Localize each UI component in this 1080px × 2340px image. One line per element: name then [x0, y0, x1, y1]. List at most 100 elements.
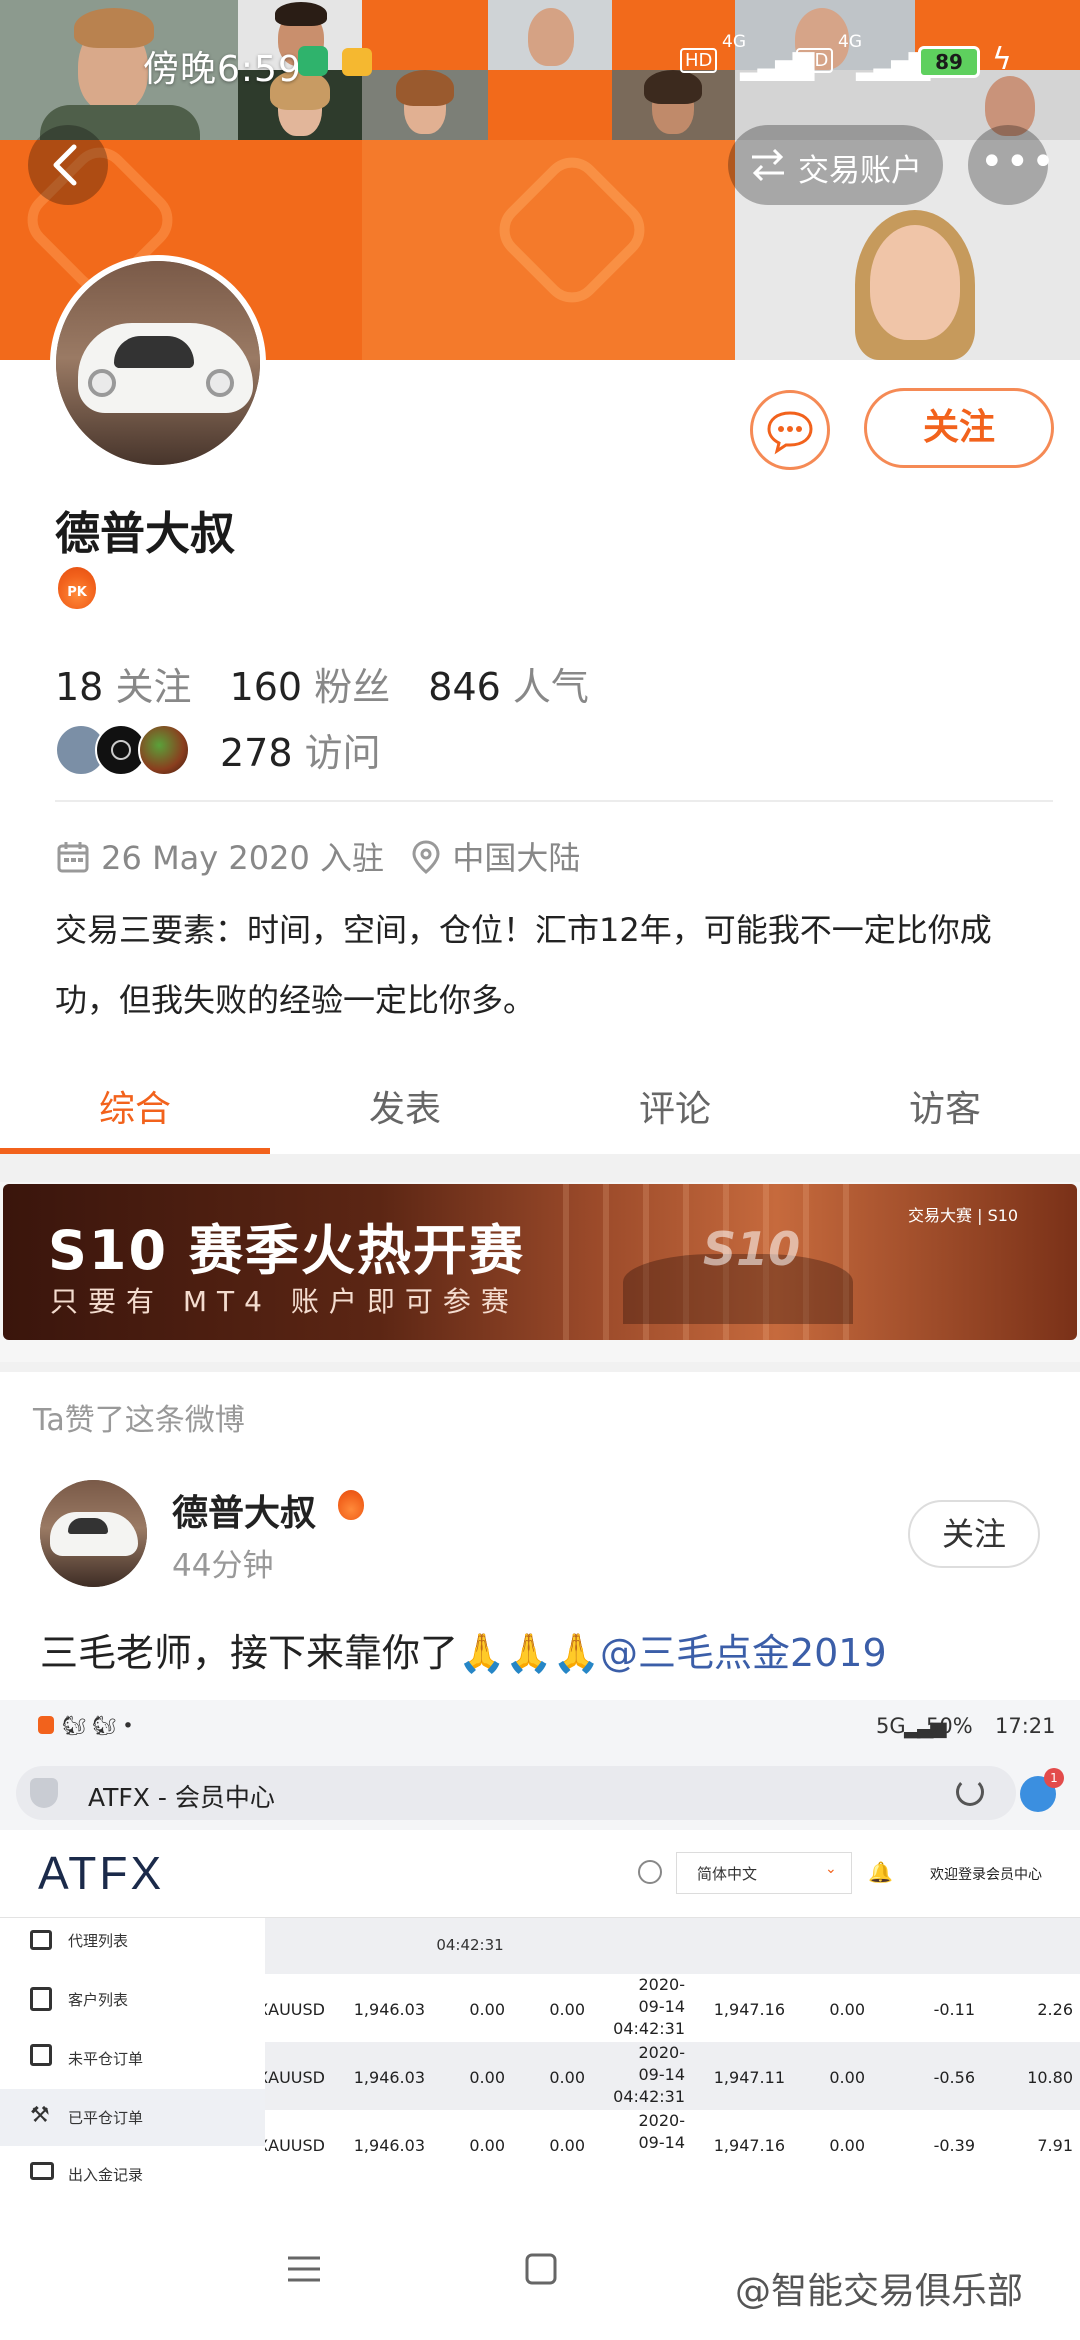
tp-cell: 0.00 [549, 2000, 585, 2019]
atfx-logo: ATFX [38, 1847, 165, 1899]
app-icon [38, 1716, 54, 1734]
shield-icon [30, 1778, 58, 1808]
date-part: 09-14 [638, 2133, 686, 2152]
date-cell: 2020- 09-14 04:42:31 [605, 1974, 685, 2040]
table-row: XAUUSD 1,946.03 0.00 0.00 2020- 09-14 04… [265, 2042, 1080, 2110]
post-follow-button[interactable]: 关注 [908, 1500, 1040, 1568]
post-body: 三毛老师，接下来靠你了🙏🙏🙏 [40, 1631, 600, 1675]
post-image[interactable]: 🐿 🐿 • 5G ▂▃▅ 50% 17:21 ATFX - 会员中心 1 ATF… [0, 1700, 1080, 2210]
date-part: 2020- [638, 2043, 686, 2062]
system-nav-bar: @智能交易俱乐部 [0, 2210, 1080, 2340]
message-button[interactable] [750, 390, 830, 470]
sidebar-item: ⚒ 已平仓订单 [0, 2089, 265, 2146]
promo-banner[interactable]: S10 S10 赛季火热开赛 只要有 MT4 账户即可参赛 交易大赛 | S10 [0, 1182, 1080, 1362]
shield-icon [298, 46, 328, 76]
language-value: 简体中文 [697, 1865, 758, 1883]
following-label[interactable]: 关注 [115, 665, 191, 709]
table-row: 04:42:31 [265, 1918, 1080, 1974]
tab-visitors[interactable]: 访客 [810, 1080, 1080, 1132]
swap-cell: 0.00 [829, 2068, 865, 2087]
commission-cell: -0.39 [933, 2136, 975, 2155]
sidebar-label: 已平仓订单 [68, 2109, 144, 2127]
location-pin-icon [412, 840, 440, 874]
sidebar-item: 代理列表 [0, 1918, 265, 1975]
home-square-icon[interactable] [524, 2252, 558, 2286]
refresh-icon [956, 1778, 984, 1806]
profit-cell: 10.80 [1027, 2068, 1073, 2087]
visits-stat: 278 访问 [220, 722, 381, 777]
tp-cell: 0.00 [549, 2068, 585, 2087]
visitor-avatar [138, 724, 190, 776]
battery-icon: 89 [918, 46, 980, 78]
joined-date: 26 May 2020 入驻 [101, 839, 385, 877]
popularity-count: 846 [428, 665, 501, 709]
date-cell: 2020- 09-14 [605, 2110, 686, 2154]
tab-comments[interactable]: 评论 [540, 1080, 810, 1132]
commission-cell: -0.11 [933, 2000, 975, 2019]
profile-meta: 26 May 2020 入驻 中国大陆 [55, 833, 580, 879]
close-price-cell: 1,947.16 [713, 2000, 785, 2019]
tab-overview[interactable]: 综合 [0, 1080, 270, 1132]
more-button[interactable]: ••• [968, 125, 1055, 205]
followers-count[interactable]: 160 [230, 665, 303, 709]
chat-bubble-icon [767, 411, 813, 455]
profit-cell: 2.26 [1037, 2000, 1073, 2019]
notification-badge: 1 [1044, 1768, 1064, 1788]
back-button[interactable] [28, 125, 108, 205]
menu-icon[interactable] [286, 2254, 322, 2284]
post-text: 三毛老师，接下来靠你了🙏🙏🙏@三毛点金2019 [40, 1622, 887, 1677]
symbol-cell: XAUUSD [265, 2000, 325, 2019]
language-select: 简体中文 ⌄ [676, 1852, 852, 1894]
date-part: 2020- [638, 1975, 686, 1994]
trade-account-button[interactable]: 交易账户 [728, 125, 943, 205]
following-count[interactable]: 18 [55, 665, 103, 709]
charging-icon: ϟ [992, 42, 1012, 77]
follow-button[interactable]: 关注 [864, 388, 1054, 468]
embedded-time: 17:21 [995, 1714, 1056, 1738]
section-gap [0, 1362, 1080, 1372]
embedded-page-title: ATFX - 会员中心 [88, 1783, 275, 1812]
symbol-cell: XAUUSD [265, 2068, 325, 2087]
banner-subtitle: 只要有 MT4 账户即可参赛 [50, 1285, 519, 1318]
briefcase-icon [30, 1930, 52, 1950]
table-row: XAUUSD 1,946.03 0.00 0.00 2020- 09-14 04… [265, 1974, 1080, 2042]
watermark: @智能交易俱乐部 [735, 2271, 1024, 2312]
login-link: 欢迎登录会员中心 [930, 1867, 1042, 1883]
bell-icon: 🔔 [868, 1860, 893, 1884]
section-gap [0, 1154, 1080, 1182]
status-time: 傍晚6:59 [143, 49, 302, 90]
date-part: 04:42:31 [613, 2087, 685, 2106]
post-author-avatar[interactable] [40, 1480, 147, 1587]
profit-cell: 7.91 [1037, 2136, 1073, 2155]
chevron-down-icon: ⌄ [825, 1861, 837, 1877]
back-arrow-icon [53, 144, 77, 186]
tab-posts[interactable]: 发表 [270, 1080, 540, 1132]
followers-label[interactable]: 粉丝 [314, 665, 390, 709]
profile-avatar[interactable] [50, 255, 266, 471]
embedded-url-bar: ATFX - 会员中心 [16, 1766, 1016, 1820]
sidebar-label: 客户列表 [68, 1991, 129, 2009]
hd-icon: HD [796, 48, 834, 73]
contacts-icon [30, 1987, 52, 2011]
date-cell: 2020- 09-14 04:42:31 [605, 2042, 685, 2108]
banner-s10-mark: S10 [703, 1222, 801, 1276]
banner-title: S10 赛季火热开赛 [48, 1219, 525, 1282]
cover-orange-tile [362, 140, 735, 360]
popularity-label: 人气 [512, 665, 589, 709]
cash-icon [30, 2162, 54, 2180]
swap-cell: 0.00 [829, 2136, 865, 2155]
date-part: 04:42:31 [613, 2019, 685, 2038]
post-mention-link[interactable]: @三毛点金2019 [600, 1631, 887, 1675]
embedded-battery: 50% [926, 1714, 973, 1738]
close-price-cell: 1,947.11 [713, 2068, 785, 2087]
sl-cell: 0.00 [469, 2136, 505, 2155]
profile-bio: 交易三要素：时间，空间，仓位！汇市12年，可能我不一定比你成功，但我失败的经验一… [55, 911, 992, 1019]
sidebar-item: 客户列表 [0, 1975, 265, 2032]
embedded-status-bar: 🐿 🐿 • 5G ▂▃▅ 50% 17:21 [0, 1700, 1080, 1760]
gavel-icon: ⚒ [30, 2103, 50, 2128]
liked-label: Ta赞了这条微博 [33, 1403, 245, 1438]
message-icon [342, 48, 372, 76]
post-author-name[interactable]: 德普大叔 [172, 1484, 316, 1536]
profile-stats: 18 关注 160 粉丝 846 人气 [55, 656, 615, 711]
table-row: XAUUSD 1,946.03 0.00 0.00 2020- 09-14 1,… [265, 2110, 1080, 2210]
